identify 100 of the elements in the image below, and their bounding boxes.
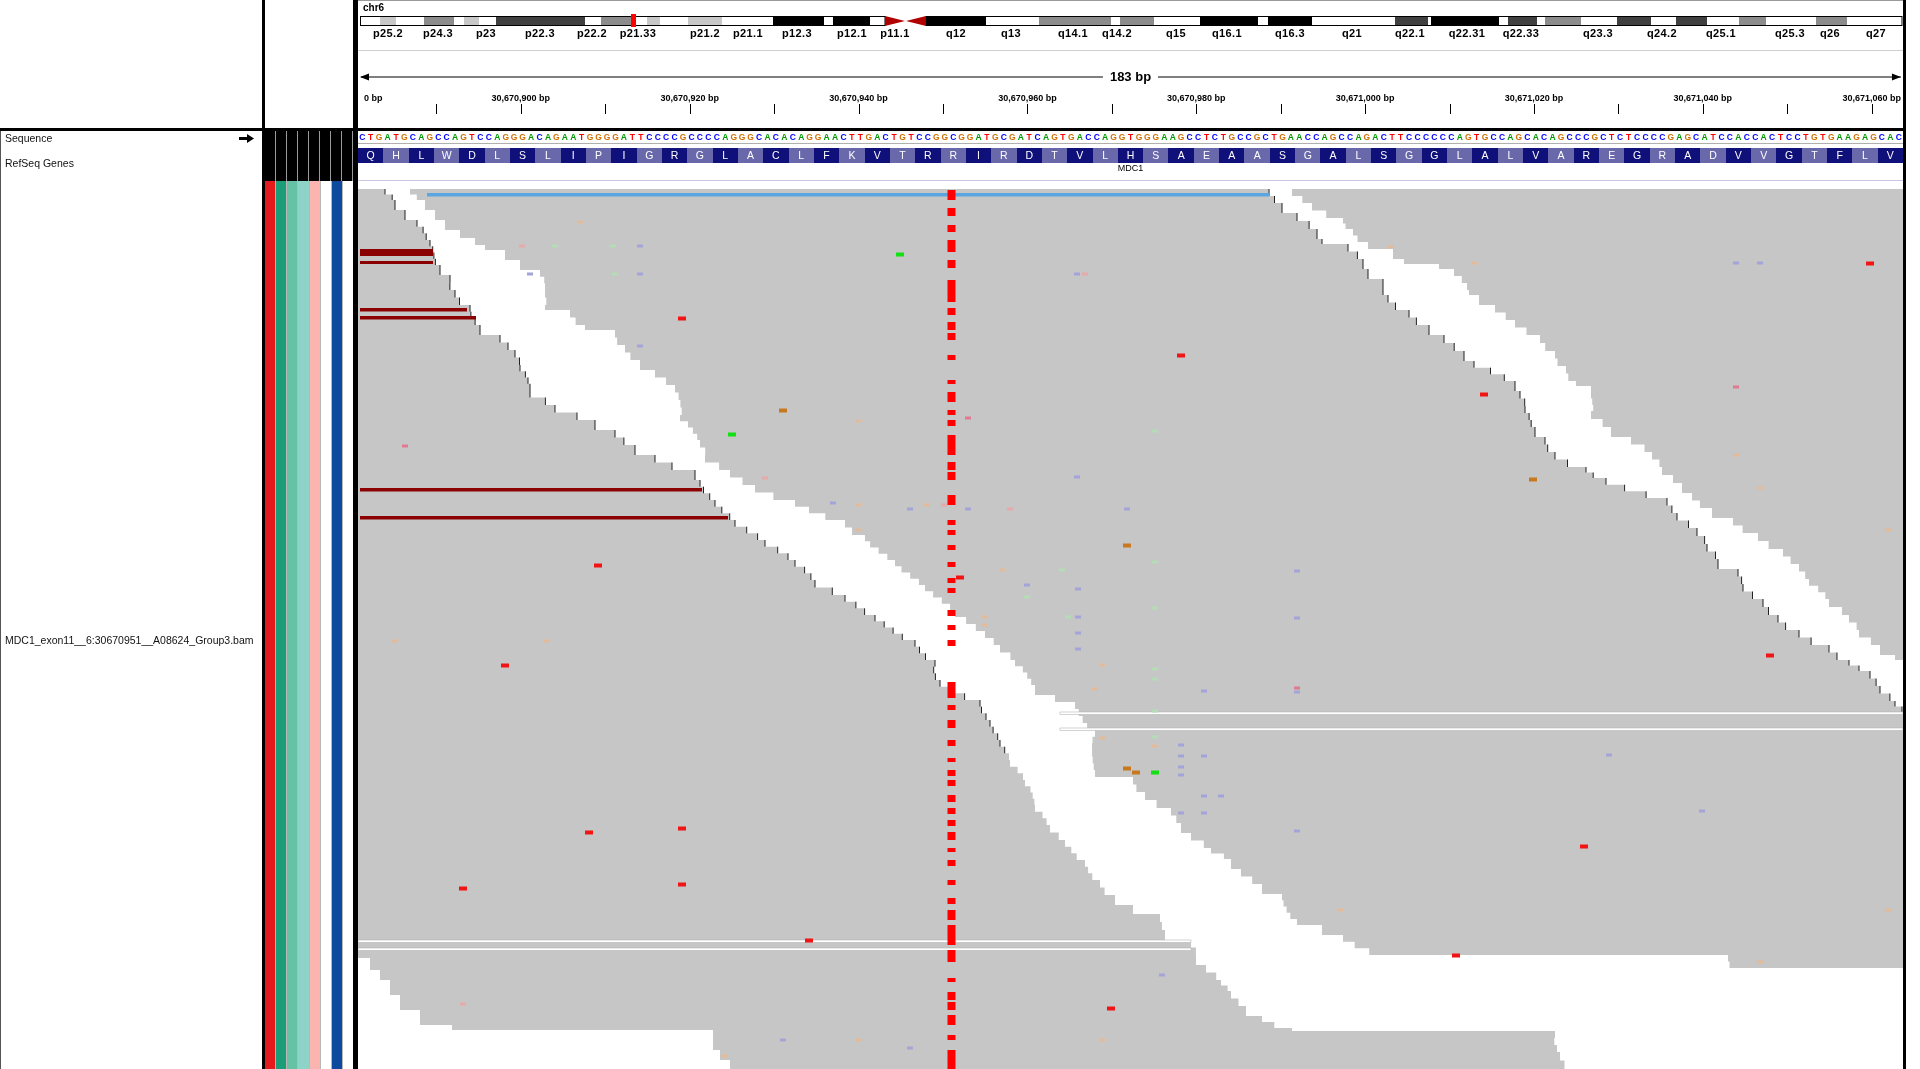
base-letter: C <box>1641 131 1650 143</box>
base-letter: G <box>501 131 510 143</box>
base-letter: G <box>1556 131 1566 143</box>
base-letter: T <box>1126 131 1135 143</box>
base-letter: A <box>873 131 882 143</box>
band-label: q23.3 <box>1582 28 1614 39</box>
base-letter: A <box>797 131 806 143</box>
track-name[interactable]: Sequence <box>1 132 53 144</box>
base-letter: C <box>1261 131 1270 143</box>
base-letter: C <box>999 131 1008 143</box>
track-name[interactable]: MDC1_exon11__6:30670951__A08624_Group3.bam <box>1 634 254 646</box>
base-letter: A <box>1675 131 1684 143</box>
amino-acid: L <box>1345 148 1372 163</box>
track-name[interactable]: RefSeq Genes <box>1 157 74 169</box>
base-letter: C <box>1185 131 1194 143</box>
base-letter: C <box>1303 131 1312 143</box>
base-letter: T <box>1608 131 1616 143</box>
amino-acid: V <box>1751 148 1777 163</box>
amino-acid: R <box>1649 148 1676 163</box>
base-letter: C <box>1877 131 1886 143</box>
base-letter: G <box>509 131 519 143</box>
base-letter: T <box>367 131 375 143</box>
band-label: q26 <box>1819 28 1841 39</box>
base-letter: C <box>1210 131 1219 143</box>
base-letter: C <box>1649 131 1658 143</box>
base-letter: G <box>1252 131 1262 143</box>
amino-acid: T <box>1041 148 1068 163</box>
base-letter: C <box>1421 131 1431 143</box>
band-label: q25.3 <box>1774 28 1806 39</box>
band-label: q25.1 <box>1705 28 1737 39</box>
amino-acid: H <box>383 148 409 163</box>
base-letter: T <box>1270 131 1278 143</box>
base-letter: G <box>940 131 949 143</box>
base-letter: G <box>611 131 620 143</box>
base-letter: G <box>1050 131 1059 143</box>
amino-acid: I <box>560 148 586 163</box>
amino-acid: G <box>1295 148 1321 163</box>
base-letter: C <box>1692 131 1701 143</box>
base-letter: A <box>763 131 772 143</box>
base-letter: A <box>1101 131 1110 143</box>
base-letter: C <box>1379 131 1388 143</box>
amino-acid: P <box>585 148 612 163</box>
base-letter: G <box>1827 131 1836 143</box>
amino-acid: A <box>1675 148 1701 163</box>
base-letter: C <box>771 131 780 143</box>
amino-acid: V <box>1067 148 1093 163</box>
base-letter: C <box>1616 131 1625 143</box>
base-letter: A <box>493 131 502 143</box>
ruler-tick-label: 30,671,060 bp <box>1842 93 1901 104</box>
base-letter: A <box>822 131 831 143</box>
band-label: q27 <box>1865 28 1887 39</box>
base-letter: C <box>1751 131 1760 143</box>
base-letter: T <box>1059 131 1067 143</box>
base-letter: T <box>983 131 991 143</box>
band-label: q24.2 <box>1646 28 1678 39</box>
base-letter: A <box>1759 131 1768 143</box>
base-letter: C <box>535 131 544 143</box>
amino-acid: D <box>1016 148 1042 163</box>
band-label: p21.2 <box>689 28 721 39</box>
band-label: p23 <box>475 28 497 39</box>
base-letter: C <box>1084 131 1093 143</box>
base-letter: A <box>1844 131 1853 143</box>
band-label: p12.3 <box>781 28 813 39</box>
base-letter: C <box>1573 131 1582 143</box>
base-letter: C <box>788 131 797 143</box>
base-letter: G <box>1227 131 1237 143</box>
base-letter: C <box>476 131 485 143</box>
ruler-tick-label: 30,670,980 bp <box>1167 93 1226 104</box>
base-letter: A <box>1455 131 1464 143</box>
amino-acid: L <box>408 148 434 163</box>
base-letter: T <box>907 131 915 143</box>
base-letter: T <box>1202 131 1211 143</box>
amino-acid: R <box>991 148 1017 163</box>
base-letter: C <box>442 131 451 143</box>
base-letter: C <box>915 131 924 143</box>
amino-acid: A <box>1472 148 1498 163</box>
band-label: q22.31 <box>1448 28 1486 39</box>
base-letter: C <box>484 131 493 143</box>
base-letter: A <box>527 131 536 143</box>
base-letter: G <box>1590 131 1600 143</box>
base-letter: A <box>721 131 730 143</box>
base-letter: C <box>1033 131 1042 143</box>
base-letter: A <box>1531 131 1540 143</box>
amino-acid: F <box>813 148 840 163</box>
base-letter: T <box>1025 131 1033 143</box>
base-letter: T <box>1219 131 1227 143</box>
base-letter: G <box>1362 131 1372 143</box>
amino-acid: H <box>1117 148 1144 163</box>
base-letter: C <box>1413 131 1422 143</box>
base-letter: T <box>1819 131 1827 143</box>
base-letter: A <box>1286 131 1295 143</box>
band-label: q22.33 <box>1502 28 1540 39</box>
arrow-right-icon[interactable] <box>239 133 254 143</box>
base-letter: A <box>383 131 392 143</box>
amino-acid: A <box>1320 148 1346 163</box>
band-label: p12.1 <box>836 28 868 39</box>
base-letter: A <box>1886 131 1895 143</box>
base-letter: A <box>1016 131 1025 143</box>
base-letter: A <box>1506 131 1515 143</box>
amino-acid: G <box>1624 148 1650 163</box>
